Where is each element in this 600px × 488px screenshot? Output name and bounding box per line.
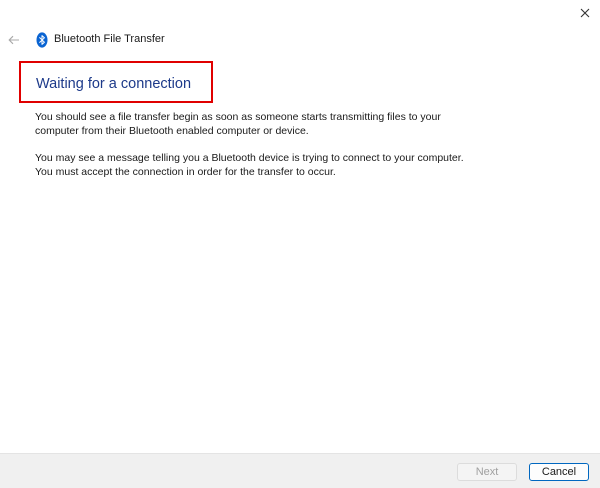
back-button[interactable] (4, 30, 24, 50)
window-title: Bluetooth File Transfer (54, 33, 165, 45)
close-button[interactable] (570, 0, 600, 26)
close-icon (580, 8, 590, 18)
dialog-footer: Next Cancel (0, 453, 600, 488)
bluetooth-file-transfer-window: Bluetooth File Transfer Waiting for a co… (0, 0, 600, 488)
instruction-paragraph-1: You should see a file transfer begin as … (35, 111, 441, 137)
instruction-paragraph-2: You may see a message telling you a Blue… (35, 152, 464, 178)
cancel-button[interactable]: Cancel (529, 463, 589, 481)
title-row: Bluetooth File Transfer (0, 30, 600, 50)
next-button[interactable]: Next (457, 463, 517, 481)
bluetooth-icon (36, 32, 48, 48)
page-heading: Waiting for a connection (36, 76, 192, 92)
back-arrow-icon (8, 35, 19, 45)
